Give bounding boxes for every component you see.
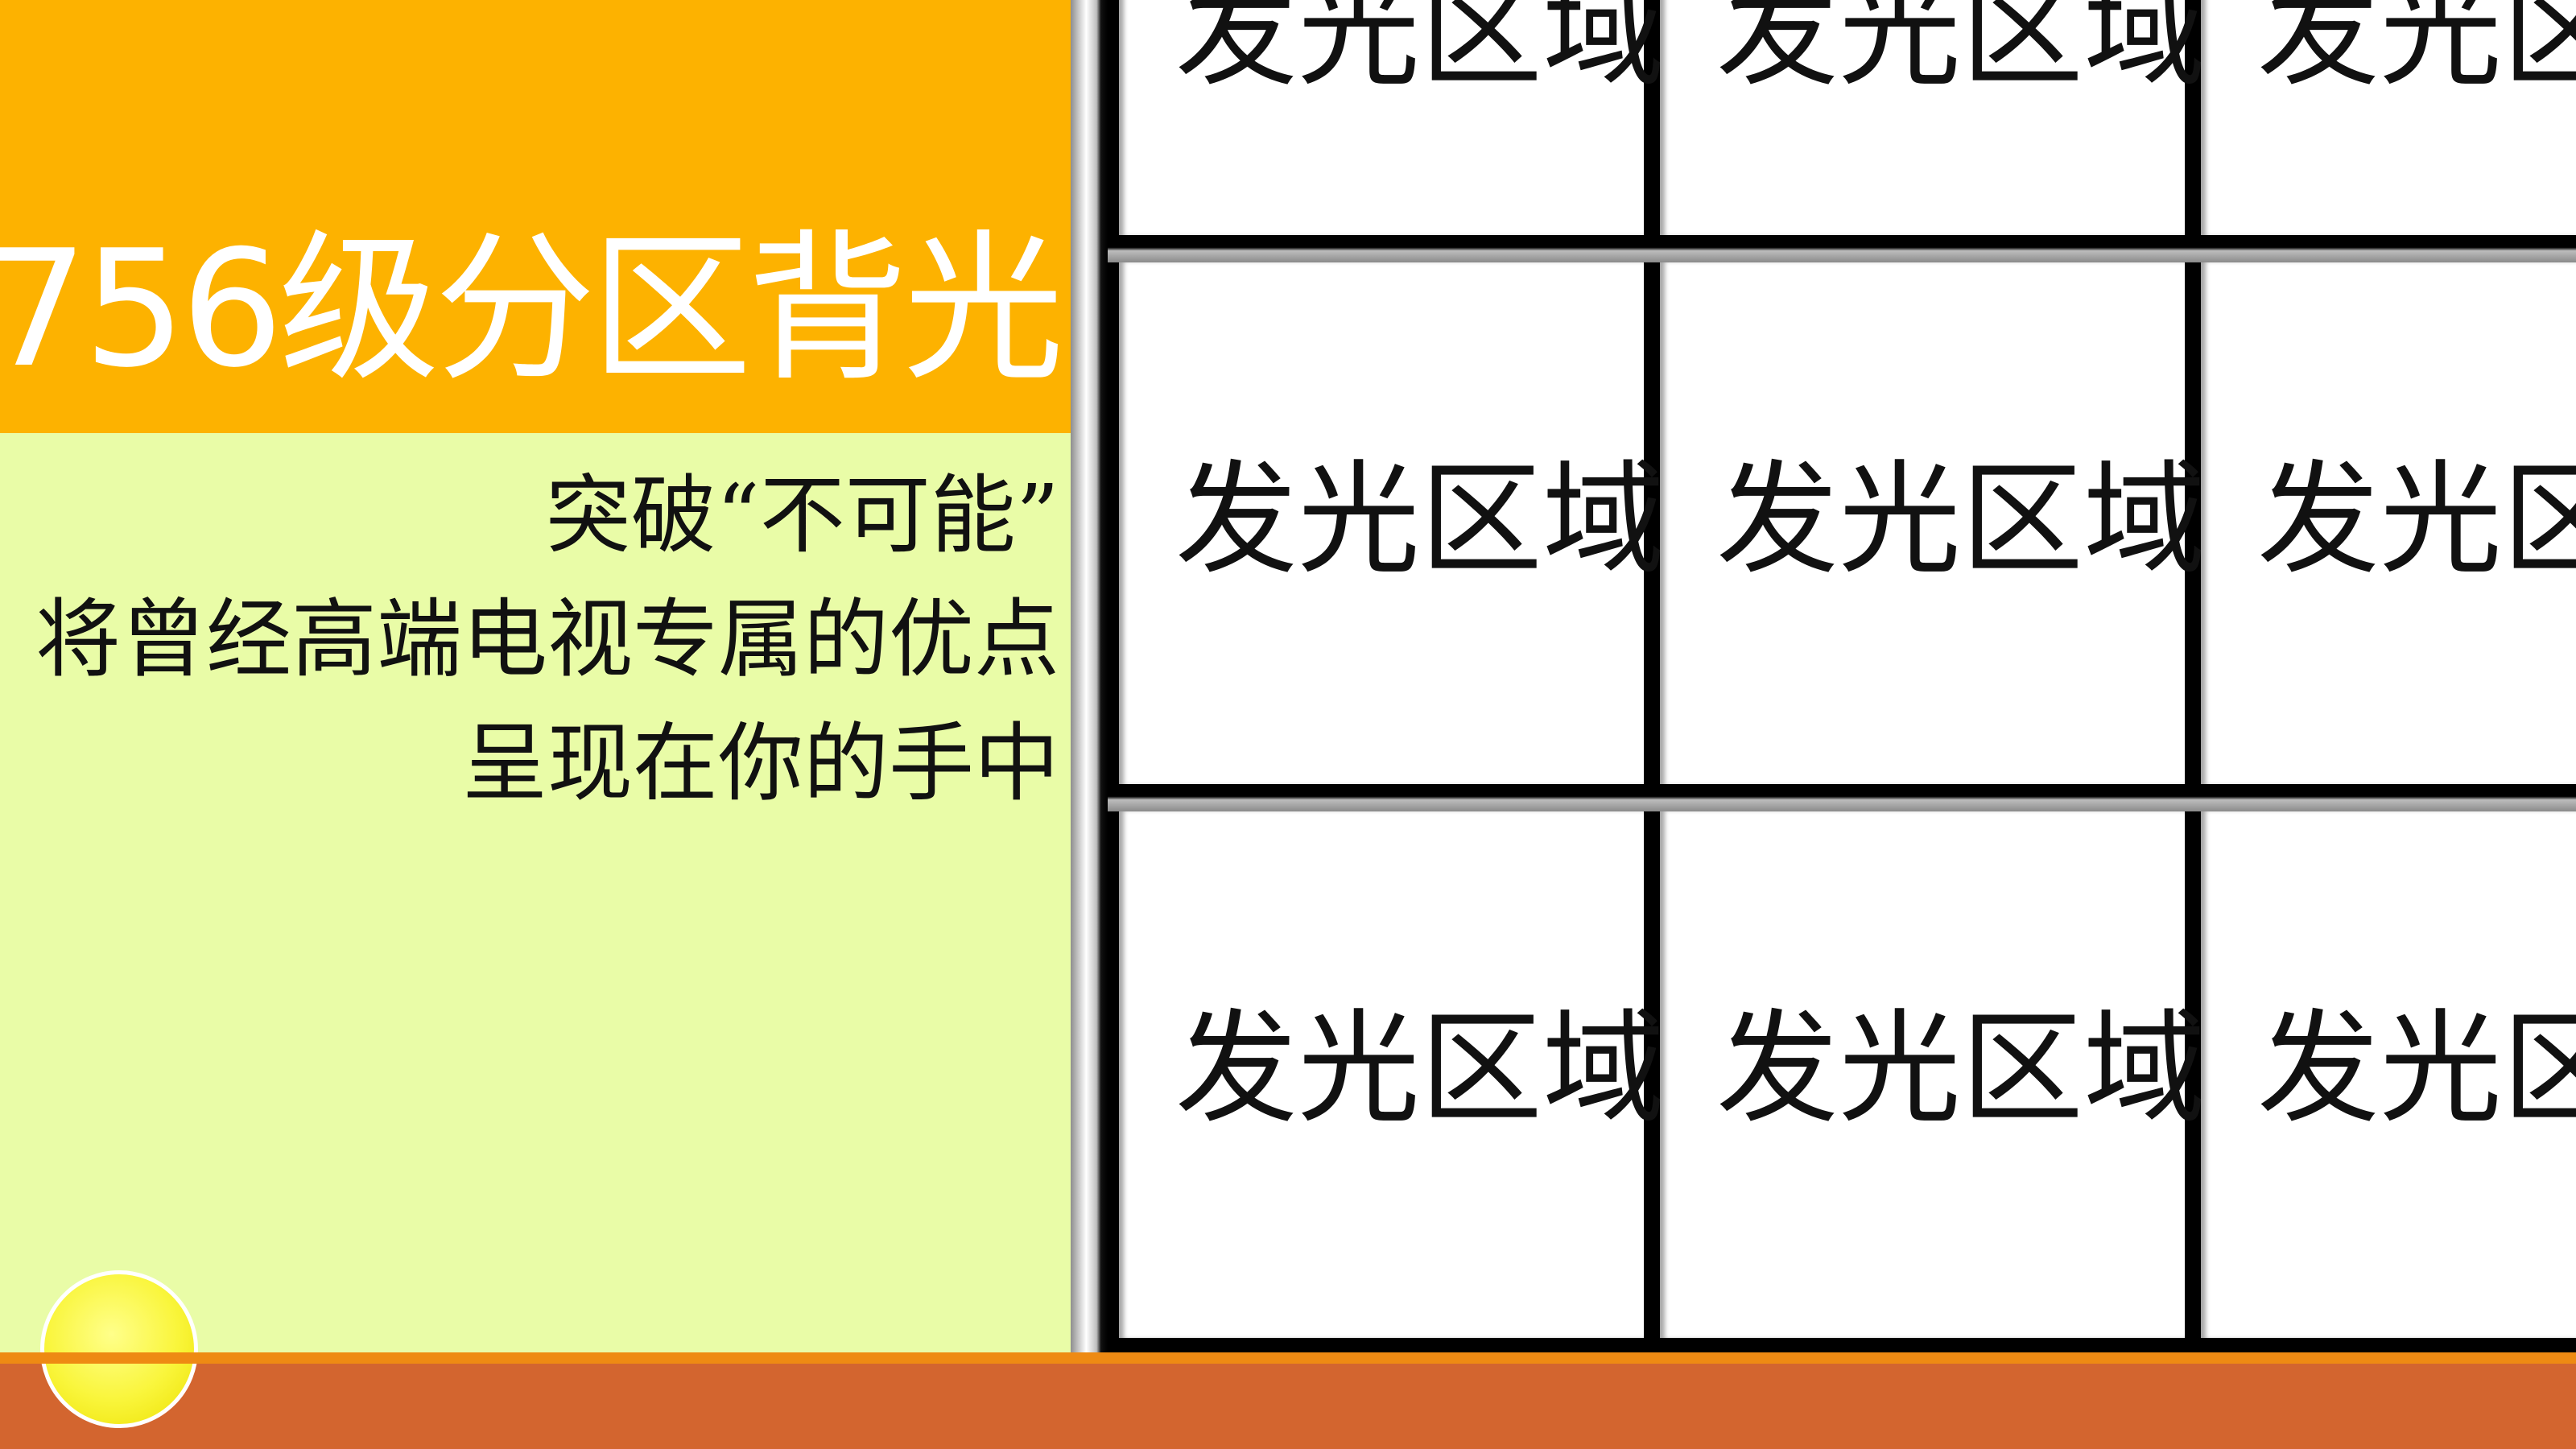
zone-panel: 发光区域 <box>1119 262 1665 784</box>
zone-label: 发光区域 <box>1716 0 2206 103</box>
yellow-orb-decoration <box>40 1270 198 1428</box>
bottom-accent-line <box>0 1352 2576 1364</box>
zone-panel: 发光区域 <box>2201 262 2576 784</box>
description-line: 呈现在你的手中 <box>462 714 1059 813</box>
zone-panel: 发光区域 <box>1119 0 1665 235</box>
grid-row-separator <box>1108 238 2576 262</box>
description-line: 突破“不可能” <box>545 466 1059 565</box>
zone-panel: 发光区域 <box>1660 811 2206 1338</box>
vertical-divider <box>1071 0 1108 1352</box>
title-band: 756级分区背光 <box>0 0 1071 433</box>
zone-panel: 发光区域 <box>1119 811 1665 1338</box>
zone-panel: 发光区域 <box>1660 0 2206 235</box>
zone-label: 发光区域 <box>2257 448 2576 591</box>
zone-label: 发光区域 <box>1716 448 2206 591</box>
description-line: 将曾经高端电视专属的优点 <box>35 590 1059 689</box>
backlight-zone-grid: 发光区域 发光区域 发光区域 发光区域 发光区域 发光区域 发光区域 发光区域 … <box>1108 0 2576 1352</box>
description-band: 突破“不可能” 将曾经高端电视专属的优点 呈现在你的手中 <box>0 433 1071 1352</box>
zone-label: 发光区域 <box>1175 0 1665 103</box>
zone-panel: 发光区域 <box>2201 0 2576 235</box>
zone-panel: 发光区域 <box>1660 262 2206 784</box>
description-text: 突破“不可能” 将曾经高端电视专属的优点 呈现在你的手中 <box>35 454 1059 826</box>
zone-label: 发光区域 <box>1716 997 2206 1140</box>
zone-label: 发光区域 <box>2257 997 2576 1140</box>
grid-row-separator <box>1108 787 2576 811</box>
zone-panel: 发光区域 <box>2201 811 2576 1338</box>
slide-title: 756级分区背光 <box>0 216 1064 403</box>
zone-label: 发光区域 <box>1175 448 1665 591</box>
zone-label: 发光区域 <box>1175 997 1665 1140</box>
zone-label: 发光区域 <box>2257 0 2576 103</box>
